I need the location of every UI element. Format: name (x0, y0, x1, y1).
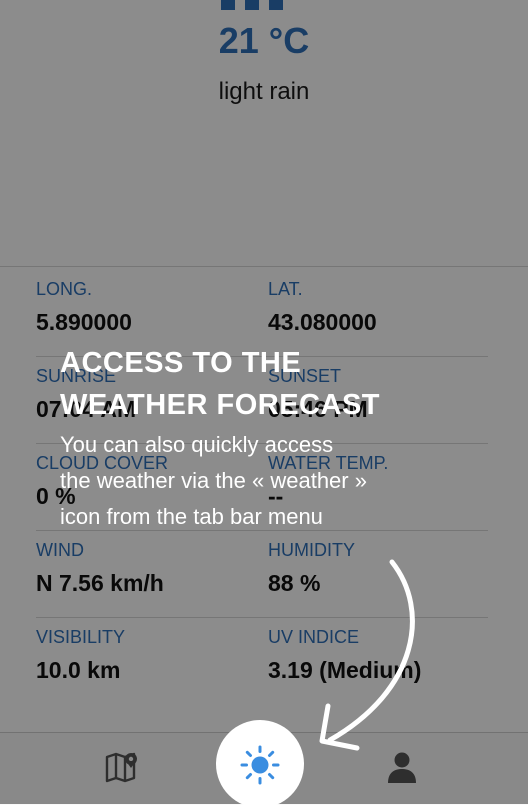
sun-icon[interactable] (238, 743, 282, 787)
tutorial-text-line: the weather via the « weather » (60, 468, 367, 493)
tutorial-description: You can also quickly access the weather … (60, 427, 460, 535)
tutorial-title: ACCESS TO THE WEATHER FORECAST (60, 342, 480, 426)
tutorial-text-line: icon from the tab bar menu (60, 504, 323, 529)
tutorial-text-line: You can also quickly access (60, 432, 334, 457)
tutorial-title-line: WEATHER FORECAST (60, 389, 381, 421)
tutorial-title-line: ACCESS TO THE (60, 347, 302, 379)
